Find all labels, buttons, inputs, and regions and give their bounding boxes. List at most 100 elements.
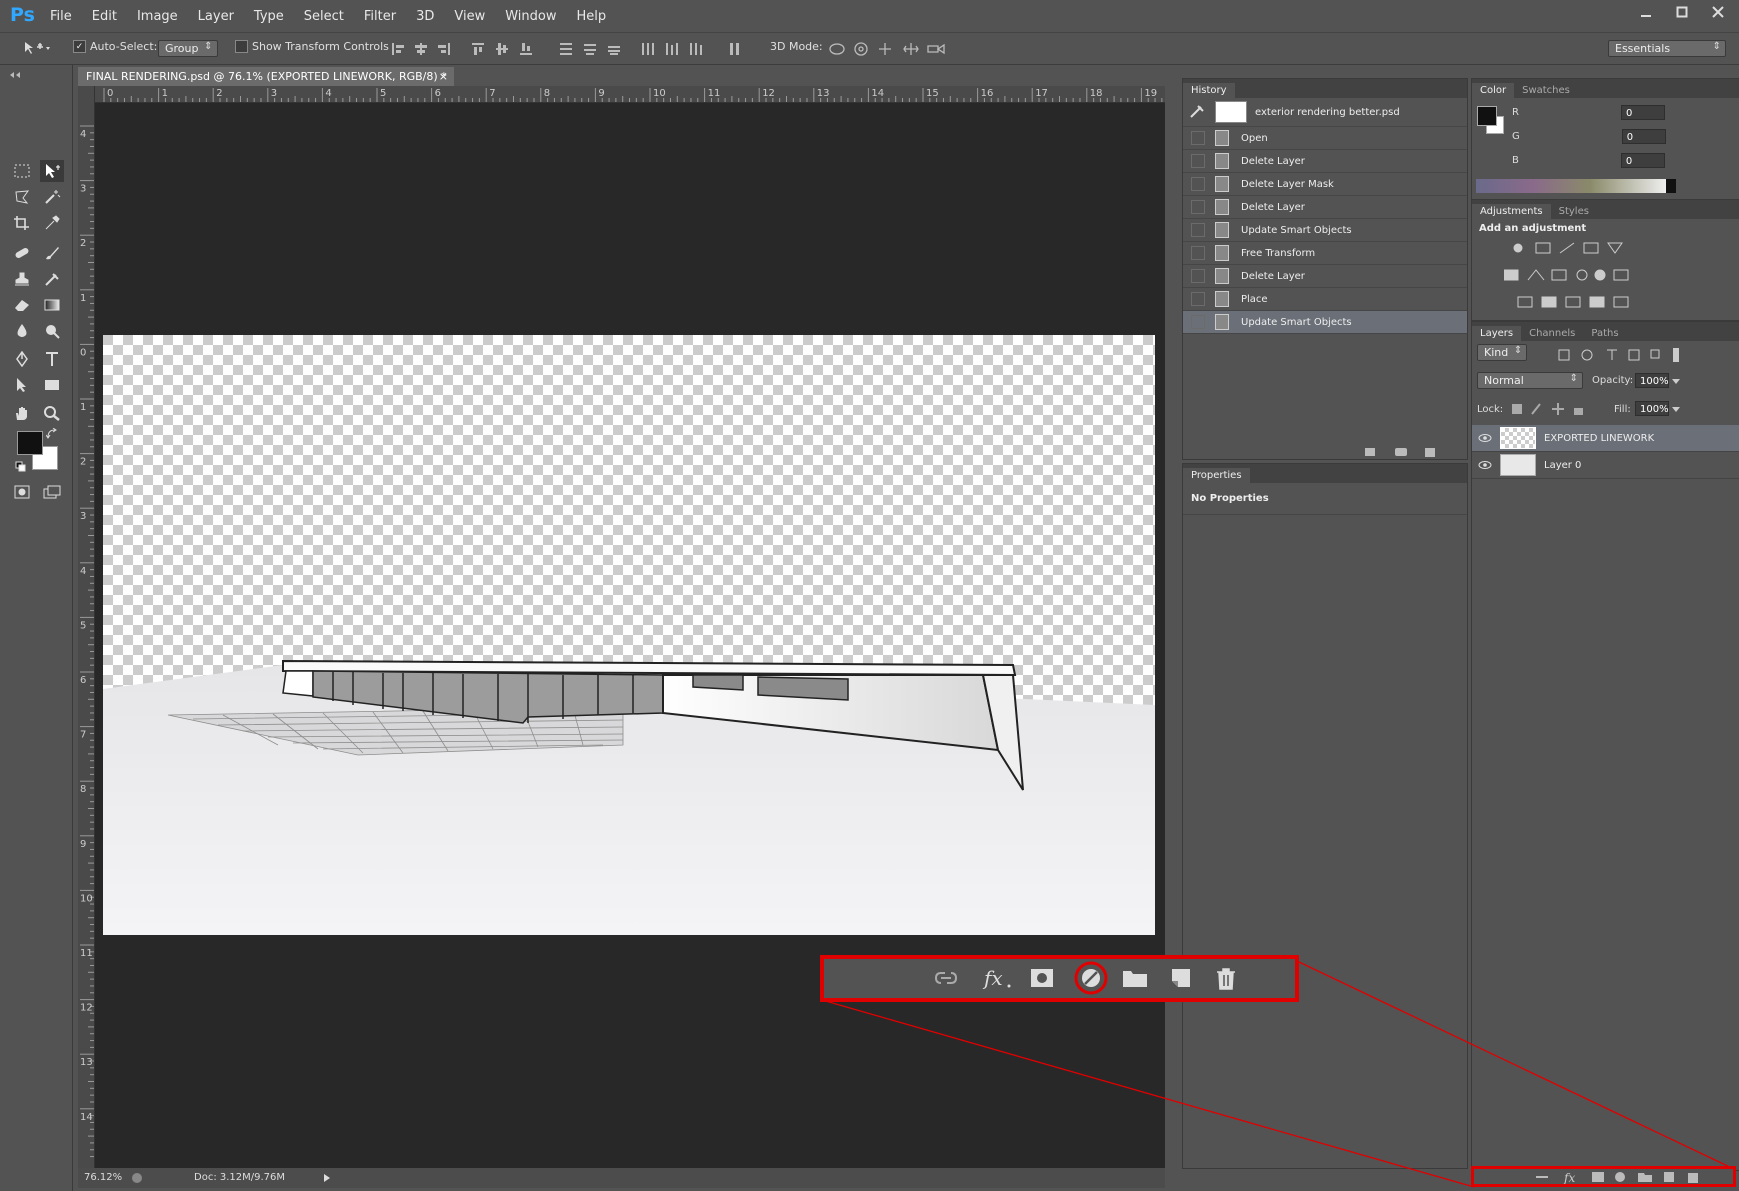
- auto-select-option[interactable]: ✓ Auto-Select:: [73, 40, 157, 53]
- menu-file[interactable]: File: [40, 9, 82, 24]
- new-layer-icon[interactable]: [1168, 967, 1192, 989]
- marquee-tool[interactable]: [10, 160, 34, 182]
- history-item[interactable]: Delete Layer: [1183, 265, 1467, 288]
- lasso-tool[interactable]: [10, 186, 34, 208]
- fill-value[interactable]: 100%: [1635, 401, 1669, 416]
- delete-layer-trash-icon[interactable]: [1214, 967, 1238, 991]
- opacity-value[interactable]: 100%: [1635, 373, 1669, 388]
- menu-image[interactable]: Image: [127, 9, 188, 24]
- close-tab-icon[interactable]: ×: [439, 67, 448, 86]
- tab-history[interactable]: History: [1183, 83, 1235, 98]
- filter-kind-dropdown[interactable]: Kind: [1477, 344, 1528, 361]
- gradient-tool[interactable]: [40, 294, 64, 316]
- shape-tool[interactable]: [40, 374, 64, 396]
- quick-mask-tool[interactable]: [10, 481, 34, 503]
- menu-filter[interactable]: Filter: [354, 9, 406, 24]
- auto-select-dropdown[interactable]: Group: [158, 40, 218, 57]
- healing-brush-tool[interactable]: [10, 242, 34, 264]
- layer-filter-icons[interactable]: [1557, 348, 1687, 362]
- zoom-tool[interactable]: [40, 402, 64, 424]
- menu-select[interactable]: Select: [294, 9, 354, 24]
- tab-color[interactable]: Color: [1472, 83, 1515, 98]
- tab-styles[interactable]: Styles: [1551, 204, 1597, 219]
- zoom-level[interactable]: 76.12%: [84, 1172, 122, 1183]
- history-brush-tool[interactable]: [40, 268, 64, 290]
- workspace-dropdown[interactable]: Essentials: [1608, 40, 1726, 57]
- menu-view[interactable]: View: [444, 9, 495, 24]
- eyedropper-tool[interactable]: [40, 212, 64, 234]
- foreground-color-swatch-top[interactable]: [17, 431, 43, 455]
- blue-value[interactable]: 0: [1620, 153, 1665, 168]
- tab-adjustments[interactable]: Adjustments: [1472, 204, 1551, 219]
- new-adjustment-layer-icon[interactable]: [1074, 961, 1108, 995]
- path-selection-tool[interactable]: [10, 374, 34, 396]
- horizontal-ruler[interactable]: 0 1 2 3 4 5 6 7 8 9 10 11 12 13 14 15 16 17 18 19: [94, 86, 1165, 103]
- lock-icons[interactable]: [1510, 402, 1590, 416]
- hand-tool[interactable]: [10, 402, 34, 424]
- blue-slider[interactable]: [1525, 159, 1615, 162]
- color-foreground-swatch-top[interactable]: [1477, 106, 1497, 126]
- color-spectrum-ramp[interactable]: [1476, 179, 1676, 193]
- red-value[interactable]: 0: [1620, 105, 1665, 120]
- show-transform-option[interactable]: Show Transform Controls: [235, 40, 389, 53]
- history-item-current[interactable]: Update Smart Objects: [1183, 311, 1467, 334]
- menu-help[interactable]: Help: [567, 9, 617, 24]
- tab-paths[interactable]: Paths: [1583, 326, 1626, 341]
- layer-name[interactable]: Layer 0: [1544, 460, 1581, 471]
- tab-layers[interactable]: Layers: [1472, 326, 1522, 341]
- fx-icon[interactable]: fx: [982, 967, 1014, 991]
- layers-footer-icons[interactable]: fx: [1534, 1170, 1734, 1184]
- pen-tool[interactable]: [10, 348, 34, 370]
- menu-layer[interactable]: Layer: [188, 9, 244, 24]
- layer-filter-kind[interactable]: Kind: [1477, 344, 1528, 361]
- maximize-button[interactable]: [1669, 2, 1695, 22]
- brush-tool[interactable]: [40, 242, 64, 264]
- tab-channels[interactable]: Channels: [1521, 326, 1583, 341]
- 3d-mode-icons[interactable]: [828, 41, 946, 57]
- toolbar-collapse-icon[interactable]: [8, 71, 64, 79]
- history-snapshot[interactable]: exterior rendering better.psd: [1183, 98, 1467, 127]
- visibility-eye-icon[interactable]: [1478, 460, 1492, 470]
- status-menu-arrow-icon[interactable]: [322, 1173, 332, 1183]
- screen-mode-tool[interactable]: [40, 481, 64, 503]
- clone-stamp-tool[interactable]: [10, 268, 34, 290]
- history-item[interactable]: Delete Layer Mask: [1183, 173, 1467, 196]
- magic-wand-tool[interactable]: [40, 186, 64, 208]
- document-tab[interactable]: FINAL RENDERING.psd @ 76.1% (EXPORTED LI…: [78, 67, 454, 86]
- dodge-tool[interactable]: [40, 320, 64, 342]
- layer-name[interactable]: EXPORTED LINEWORK: [1544, 433, 1654, 444]
- add-mask-icon[interactable]: [1030, 967, 1054, 989]
- new-group-folder-icon[interactable]: [1122, 967, 1148, 989]
- history-item[interactable]: Delete Layer: [1183, 150, 1467, 173]
- auto-select-checkbox[interactable]: ✓: [73, 40, 86, 53]
- minimize-button[interactable]: [1633, 2, 1659, 22]
- show-transform-checkbox[interactable]: [235, 40, 248, 53]
- crop-tool[interactable]: [10, 212, 34, 234]
- link-layers-icon[interactable]: [932, 967, 960, 989]
- history-item[interactable]: Free Transform: [1183, 242, 1467, 265]
- opacity-arrow-icon[interactable]: [1670, 375, 1682, 387]
- close-button[interactable]: [1705, 2, 1731, 22]
- move-tool-preset-icon[interactable]: [22, 41, 52, 55]
- canvas-image[interactable]: [103, 335, 1155, 935]
- history-footer-icons[interactable]: [1363, 445, 1463, 459]
- history-brush-source-icon[interactable]: [1189, 105, 1207, 119]
- status-info-icon[interactable]: [130, 1171, 144, 1185]
- history-item[interactable]: Delete Layer: [1183, 196, 1467, 219]
- red-slider[interactable]: [1525, 111, 1615, 114]
- move-tool[interactable]: [40, 160, 64, 182]
- history-item[interactable]: Update Smart Objects: [1183, 219, 1467, 242]
- menu-3d[interactable]: 3D: [406, 9, 444, 24]
- layer-row[interactable]: EXPORTED LINEWORK: [1472, 425, 1739, 452]
- menu-window[interactable]: Window: [495, 9, 566, 24]
- tab-properties[interactable]: Properties: [1183, 468, 1250, 483]
- visibility-eye-icon[interactable]: [1478, 433, 1492, 443]
- green-slider[interactable]: [1526, 135, 1616, 138]
- swap-colors-icon[interactable]: [46, 428, 58, 440]
- history-item[interactable]: Place: [1183, 288, 1467, 311]
- fill-arrow-icon[interactable]: [1670, 403, 1682, 415]
- menu-edit[interactable]: Edit: [82, 9, 127, 24]
- vertical-ruler[interactable]: 4 3 2 1 0 1 2 3 4 5 6 7 8 9 10 11 12 13 14: [78, 86, 95, 1170]
- type-tool[interactable]: [40, 348, 64, 370]
- blur-tool[interactable]: [10, 320, 34, 342]
